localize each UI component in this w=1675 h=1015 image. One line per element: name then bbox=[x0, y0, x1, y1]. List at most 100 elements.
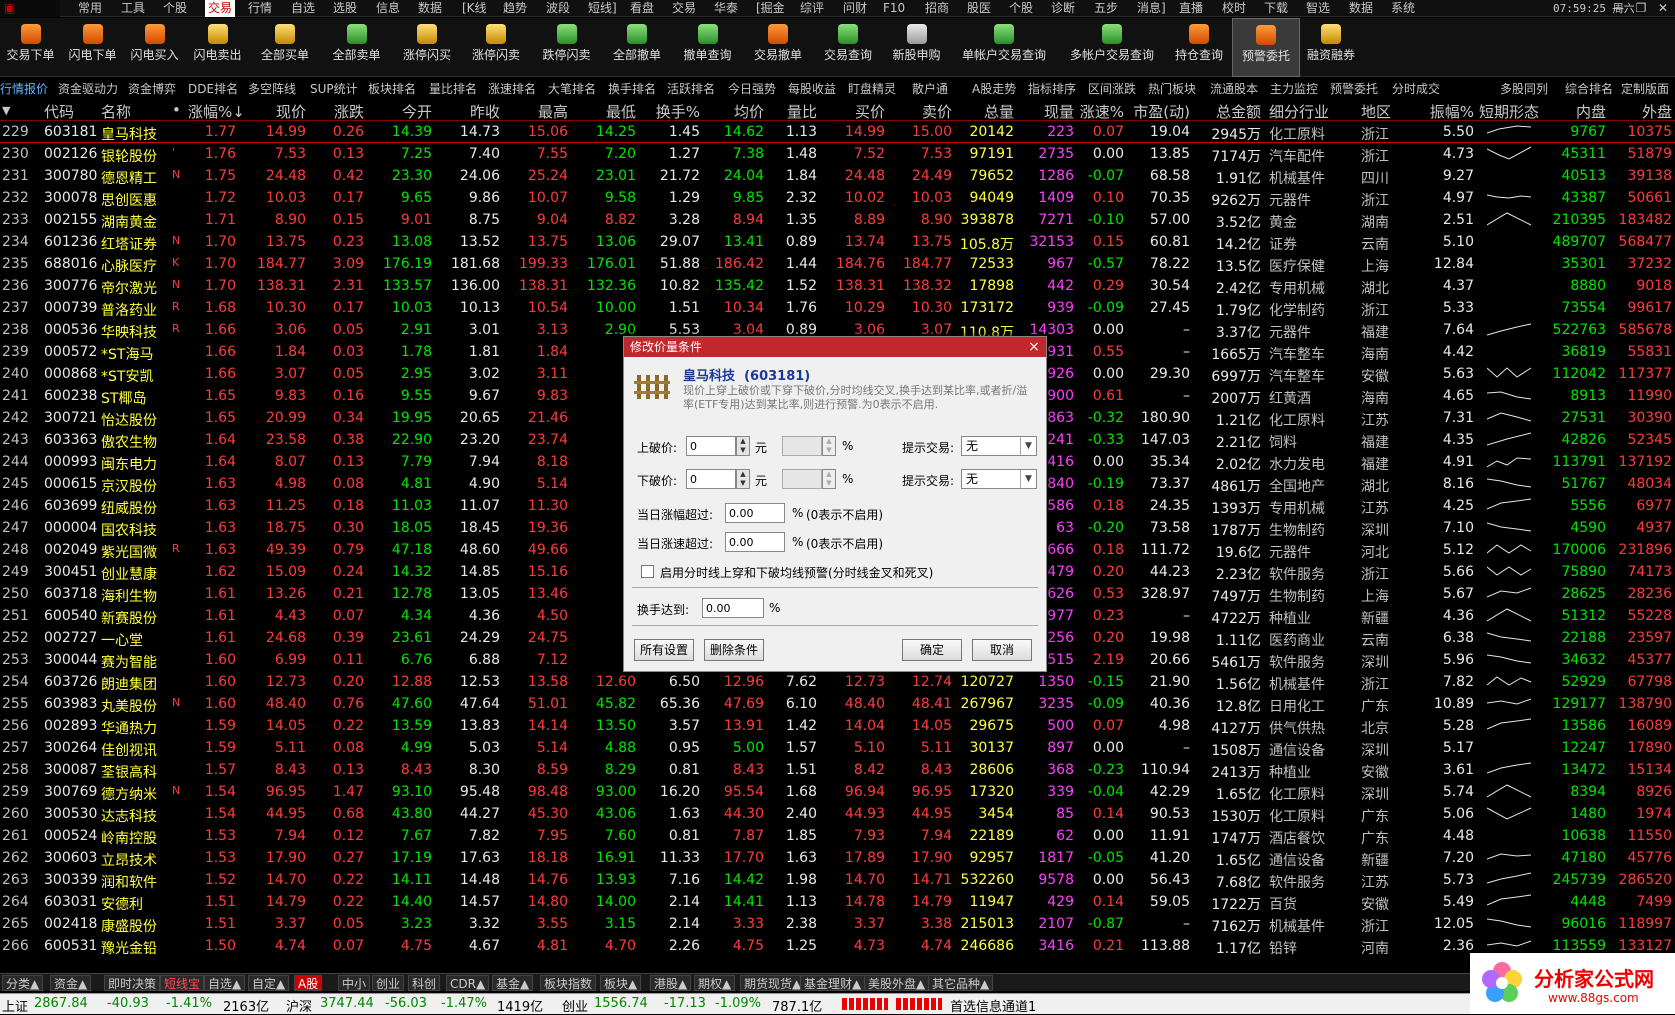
column-header[interactable]: 现价 bbox=[242, 101, 306, 122]
menu-item[interactable]: 智选 bbox=[1306, 0, 1330, 17]
menu-item[interactable]: [K线 bbox=[462, 0, 487, 17]
column-header[interactable]: 卖价 bbox=[888, 101, 952, 122]
down-price-input[interactable] bbox=[686, 469, 736, 489]
column-header[interactable]: ▼ bbox=[2, 104, 32, 117]
turnover-input[interactable] bbox=[702, 598, 764, 618]
menu-item[interactable]: 常用 bbox=[78, 0, 102, 17]
market-tab[interactable]: 基金▲ bbox=[492, 975, 534, 991]
column-header[interactable]: 量比 bbox=[765, 101, 817, 122]
market-tab[interactable]: 港股▲ bbox=[650, 975, 692, 991]
menu-item[interactable]: 华泰 bbox=[714, 0, 738, 17]
menu-item[interactable]: 交易 bbox=[672, 0, 696, 17]
column-header[interactable]: 名称 bbox=[101, 101, 171, 122]
close-window-button[interactable]: ✕ bbox=[1652, 0, 1674, 17]
table-row[interactable]: 263 300339 润和软件 1.52 14.70 0.22 14.11 14.48 14.7… bbox=[0, 869, 1675, 891]
column-header[interactable]: 买价 bbox=[821, 101, 885, 122]
column-header[interactable]: 短期形态 bbox=[1479, 101, 1543, 122]
ranking-nav-item[interactable]: 预警委托 bbox=[1330, 80, 1378, 97]
table-row[interactable]: 260 300530 达志科技 1.54 44.95 0.68 43.80 44.27 45.3… bbox=[0, 803, 1675, 825]
ranking-nav-item[interactable]: 盯盘精灵 bbox=[848, 80, 896, 97]
market-tab[interactable]: 美股外盘▲ bbox=[864, 975, 930, 991]
table-row[interactable]: 235 688016 心脉医疗 K 1.70 184.77 3.09 176.19 181.68… bbox=[0, 253, 1675, 275]
menu-item[interactable]: 信息 bbox=[376, 0, 400, 17]
ranking-nav-item[interactable]: 分时成交 bbox=[1392, 80, 1440, 97]
ranking-nav-item[interactable]: 每股收益 bbox=[788, 80, 836, 97]
column-header[interactable]: 涨跌 bbox=[312, 101, 364, 122]
menu-item[interactable]: 数据 bbox=[1349, 0, 1373, 17]
market-tab[interactable]: 自选▲ bbox=[204, 975, 246, 991]
column-header[interactable]: 总量 bbox=[950, 101, 1014, 122]
column-header[interactable]: 内盘 bbox=[1546, 101, 1606, 122]
market-tab[interactable]: A股 bbox=[294, 975, 323, 991]
table-row[interactable]: 264 603031 安德利 1.51 14.79 0.22 14.40 14.57 14.80… bbox=[0, 891, 1675, 913]
table-row[interactable]: 262 300603 立昂技术 1.53 17.90 0.27 17.19 17.63 18.1… bbox=[0, 847, 1675, 869]
menu-item[interactable]: 个股 bbox=[1009, 0, 1033, 17]
rise-input[interactable] bbox=[725, 503, 785, 523]
menu-item[interactable]: F10 bbox=[883, 0, 905, 17]
column-header[interactable]: 涨速% bbox=[1074, 101, 1124, 122]
toolbar-button[interactable]: 交易撤单 bbox=[743, 18, 813, 77]
ranking-nav-item[interactable]: 大笔排名 bbox=[548, 80, 596, 97]
toolbar-button[interactable]: 全部撤单 bbox=[602, 18, 672, 77]
column-header[interactable]: 总金额 bbox=[1193, 101, 1261, 122]
column-header[interactable]: 外盘 bbox=[1608, 101, 1672, 122]
market-tab[interactable]: 板块指数 bbox=[540, 975, 597, 991]
restore-button[interactable]: ❐ bbox=[1630, 0, 1652, 17]
toolbar-button[interactable]: 闪电买入 bbox=[124, 18, 185, 77]
toolbar-button[interactable]: 新股申购 bbox=[883, 18, 950, 77]
column-header[interactable]: 细分行业 bbox=[1269, 101, 1343, 122]
toolbar-button[interactable]: 全部卖单 bbox=[320, 18, 393, 77]
table-row[interactable]: 232 300078 思创医惠 1.72 10.03 0.17 9.65 9.86 10.07 9… bbox=[0, 187, 1675, 209]
toolbar-button[interactable]: 多帐户交易查询 bbox=[1058, 18, 1166, 77]
toolbar-button[interactable]: 撤单查询 bbox=[672, 18, 743, 77]
table-row[interactable]: 234 601236 红塔证券 N 1.70 13.75 0.23 13.08 13.52 13.… bbox=[0, 231, 1675, 253]
column-header[interactable]: 地区 bbox=[1361, 101, 1407, 122]
menu-item[interactable]: 直播 bbox=[1179, 0, 1203, 17]
menu-item[interactable]: 问财 bbox=[843, 0, 867, 17]
market-tab[interactable]: 科创 bbox=[408, 975, 441, 991]
menu-item[interactable]: 招商 bbox=[925, 0, 949, 17]
table-row[interactable]: 256 002893 华通热力 1.59 14.05 0.22 13.59 13.83 14.1… bbox=[0, 715, 1675, 737]
menu-item[interactable]: 个股 bbox=[163, 0, 187, 17]
delete-condition-button[interactable]: 删除条件 bbox=[704, 639, 764, 661]
table-row[interactable]: 265 002418 康盛股份 1.51 3.37 0.05 3.23 3.32 3.55 3.1… bbox=[0, 913, 1675, 935]
toolbar-button[interactable]: 涨停闪卖 bbox=[461, 18, 531, 77]
table-row[interactable]: 236 300776 帝尔激光 N 1.70 138.31 2.31 133.57 136.00… bbox=[0, 275, 1675, 297]
column-header[interactable]: 涨幅%↓ bbox=[188, 101, 245, 122]
ma-cross-checkbox[interactable] bbox=[641, 565, 654, 578]
toolbar-button[interactable]: 单帐户交易查询 bbox=[950, 18, 1058, 77]
menu-item[interactable]: 短线] bbox=[588, 0, 617, 17]
menu-item[interactable]: 下载 bbox=[1264, 0, 1288, 17]
down-trade-select[interactable]: 无 ▼ bbox=[961, 469, 1037, 489]
table-row[interactable]: 237 000739 普洛药业 R 1.68 10.30 0.17 10.03 10.13 10.… bbox=[0, 297, 1675, 319]
column-header[interactable]: 振幅% bbox=[1416, 101, 1474, 122]
table-row[interactable]: 231 300780 德恩精工 N 1.75 24.48 0.42 23.30 24.06 25.… bbox=[0, 165, 1675, 187]
up-price-input[interactable] bbox=[686, 436, 736, 456]
menu-item[interactable]: 交易 bbox=[205, 0, 236, 17]
menu-item[interactable]: 消息] bbox=[1137, 0, 1166, 17]
market-tab[interactable]: 短线宝 bbox=[160, 975, 205, 991]
info-channel[interactable]: 首选信息通道1 bbox=[950, 996, 1036, 1015]
market-tab[interactable]: 自定▲ bbox=[248, 975, 290, 991]
market-tab[interactable]: 其它品种▲ bbox=[928, 975, 994, 991]
menu-item[interactable]: 数据 bbox=[418, 0, 442, 17]
table-row[interactable]: 258 300087 荃银高科 1.57 8.43 0.13 8.43 8.30 8.59 8.2… bbox=[0, 759, 1675, 781]
table-row[interactable]: 255 603983 丸美股份 N 1.60 48.40 0.76 47.60 47.64 51.… bbox=[0, 693, 1675, 715]
ranking-nav-item[interactable]: 定制版面 bbox=[1621, 80, 1669, 97]
menu-item[interactable]: 趋势 bbox=[503, 0, 527, 17]
minimize-button[interactable]: — bbox=[1607, 0, 1629, 17]
ranking-nav-item[interactable]: 散户通 bbox=[912, 80, 948, 97]
ranking-nav-item[interactable]: 资金博弈 bbox=[128, 80, 176, 97]
menu-item[interactable]: 五步 bbox=[1094, 0, 1118, 17]
market-tab[interactable]: CDR▲ bbox=[446, 975, 490, 991]
market-tab[interactable]: 分类▲ bbox=[2, 975, 44, 991]
ranking-nav-item[interactable]: 行情报价 bbox=[0, 80, 48, 97]
ranking-nav-item[interactable]: DDE排名 bbox=[188, 80, 238, 97]
market-tab[interactable]: 期货现货▲ bbox=[740, 975, 806, 991]
toolbar-button[interactable]: 融资融券 bbox=[1300, 18, 1362, 77]
menu-item[interactable]: 综评 bbox=[800, 0, 824, 17]
menu-item[interactable]: 选股 bbox=[333, 0, 357, 17]
market-tab[interactable]: 资金▲ bbox=[50, 975, 92, 991]
column-header[interactable]: 今开 bbox=[368, 101, 432, 122]
ranking-nav-item[interactable]: A股走势 bbox=[972, 80, 1016, 97]
